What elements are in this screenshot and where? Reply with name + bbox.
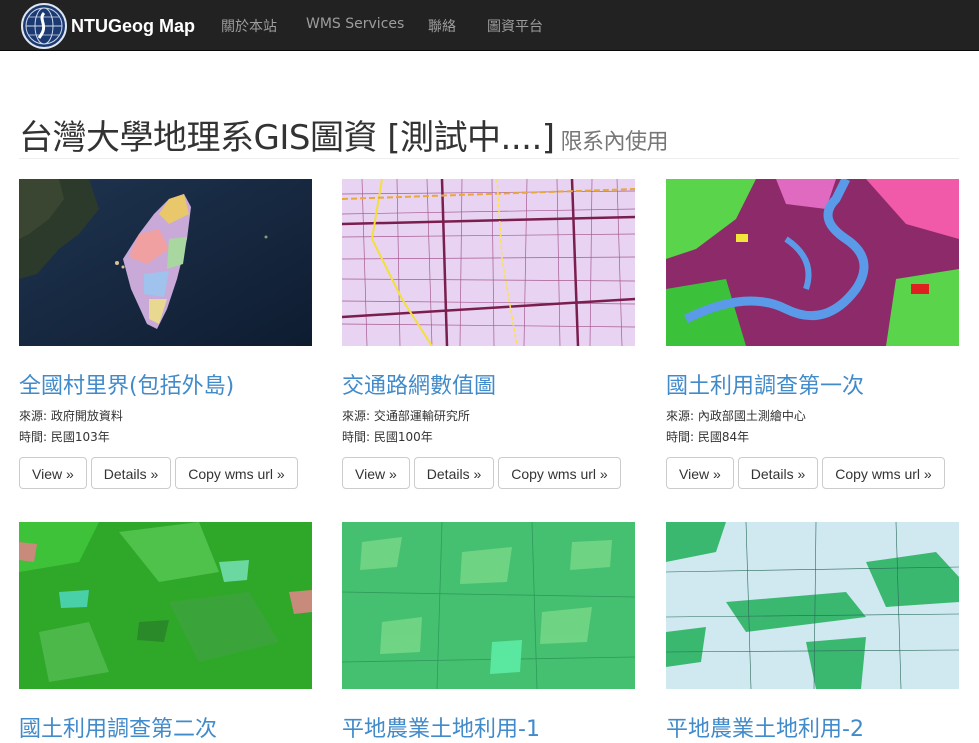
- map-card: 全國村里界(包括外島) 來源: 政府開放資料 時間: 民國103年 View »…: [19, 179, 313, 489]
- card-time: 時間: 民國100年: [342, 430, 433, 444]
- view-button[interactable]: View »: [666, 457, 734, 489]
- ntu-logo-icon: [21, 3, 67, 49]
- card-source: 來源: 交通部運輸研究所: [342, 409, 470, 423]
- card-buttons: View » Details » Copy wms url »: [666, 457, 960, 489]
- card-title[interactable]: 平地農業土地利用-2: [666, 711, 960, 743]
- card-title[interactable]: 全國村里界(包括外島): [19, 368, 313, 400]
- nav-about[interactable]: 關於本站: [221, 16, 277, 36]
- details-button[interactable]: Details »: [737, 457, 819, 489]
- card-title[interactable]: 國土利用調查第一次: [666, 368, 960, 400]
- farmland-2-thumbnail[interactable]: [666, 522, 959, 689]
- details-button[interactable]: Details »: [413, 457, 495, 489]
- card-title[interactable]: 交通路網數值圖: [342, 368, 636, 400]
- card-buttons: View » Details » Copy wms url »: [342, 457, 636, 489]
- page-title: 台灣大學地理系GIS圖資 [測試中....] 限系內使用: [19, 110, 959, 159]
- card-meta: 來源: 交通部運輸研究所 時間: 民國100年: [342, 406, 636, 448]
- taiwan-map-thumbnail[interactable]: [19, 179, 312, 346]
- card-source: 來源: 內政部國土測繪中心: [666, 409, 806, 423]
- card-title[interactable]: 國土利用調查第二次: [19, 711, 313, 743]
- nav-map-platform[interactable]: 圖資平台: [487, 16, 543, 36]
- page-header: 台灣大學地理系GIS圖資 [測試中....] 限系內使用: [19, 110, 959, 159]
- card-meta: 來源: 政府開放資料 時間: 民國103年: [19, 406, 313, 448]
- nav-contact[interactable]: 聯絡: [428, 16, 456, 36]
- landuse-2-thumbnail[interactable]: [19, 522, 312, 689]
- view-button[interactable]: View »: [19, 457, 87, 489]
- card-time: 時間: 民國84年: [666, 430, 750, 444]
- copy-wms-url-button[interactable]: Copy wms url »: [498, 457, 621, 489]
- details-button[interactable]: Details »: [90, 457, 172, 489]
- copy-wms-url-button[interactable]: Copy wms url »: [822, 457, 945, 489]
- map-card: 平地農業土地利用-2: [666, 522, 960, 743]
- road-network-thumbnail[interactable]: [342, 179, 635, 346]
- brand-link[interactable]: NTUGeog Map: [21, 2, 195, 50]
- landuse-thumbnail[interactable]: [666, 179, 959, 346]
- copy-wms-url-button[interactable]: Copy wms url »: [175, 457, 298, 489]
- card-buttons: View » Details » Copy wms url »: [19, 457, 313, 489]
- card-title[interactable]: 平地農業土地利用-1: [342, 711, 636, 743]
- view-button[interactable]: View »: [342, 457, 410, 489]
- card-time: 時間: 民國103年: [19, 430, 110, 444]
- navbar: NTUGeog Map 關於本站 WMS Services 聯絡 圖資平台: [0, 0, 979, 51]
- card-source: 來源: 政府開放資料: [19, 409, 123, 423]
- map-card: 交通路網數值圖 來源: 交通部運輸研究所 時間: 民國100年 View » D…: [342, 179, 636, 489]
- map-card: 國土利用調查第一次 來源: 內政部國土測繪中心 時間: 民國84年 View »…: [666, 179, 960, 489]
- brand-name: NTUGeog Map: [71, 15, 195, 36]
- card-meta: 來源: 內政部國土測繪中心 時間: 民國84年: [666, 406, 960, 448]
- map-card: 平地農業土地利用-1: [342, 522, 636, 743]
- map-card: 國土利用調查第二次: [19, 522, 313, 743]
- page-title-text: 台灣大學地理系GIS圖資 [測試中....]: [19, 118, 555, 158]
- page-subtitle: 限系內使用: [560, 130, 669, 155]
- nav-wms-services[interactable]: WMS Services: [306, 16, 404, 32]
- farmland-1-thumbnail[interactable]: [342, 522, 635, 689]
